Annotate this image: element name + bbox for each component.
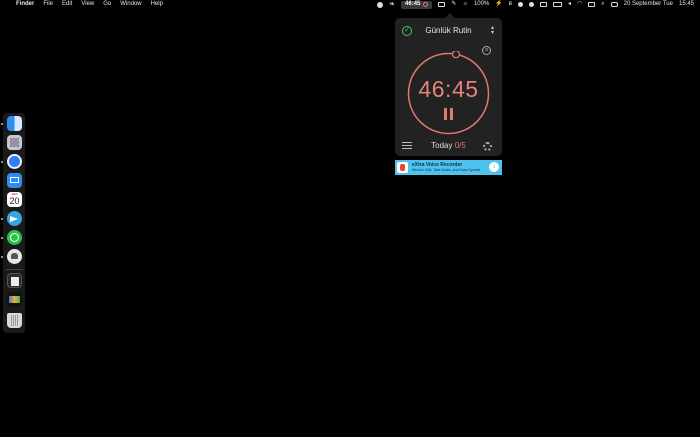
menu-bar-right: ❧ 46:45 ✎ ☼ 100% ⚡ ʙ ◂ ◠ ⌕ 20 September … xyxy=(377,0,694,9)
document-icon[interactable] xyxy=(7,273,22,288)
sun-icon[interactable]: ☼ xyxy=(462,0,468,9)
menu-app-name[interactable]: Finder xyxy=(16,0,34,9)
clock-icon[interactable] xyxy=(517,2,523,7)
running-indicator xyxy=(1,123,3,125)
menu-view[interactable]: View xyxy=(81,0,94,9)
control-center-icon[interactable] xyxy=(610,2,618,7)
mail-icon[interactable] xyxy=(7,173,22,188)
download-icon[interactable]: ↓ xyxy=(489,162,499,172)
timer-menu-value: 46:45 xyxy=(405,1,421,7)
battery-percent[interactable]: 100% xyxy=(474,0,489,9)
whatsapp-icon[interactable] xyxy=(7,230,22,245)
voice-recorder-app-icon xyxy=(397,162,408,173)
calendar-day: 20 xyxy=(9,196,20,206)
menu-edit[interactable]: Edit xyxy=(62,0,72,9)
timer-menu-item[interactable]: 46:45 xyxy=(401,0,433,9)
telegram-icon[interactable] xyxy=(7,211,22,226)
gear-icon[interactable] xyxy=(483,142,492,151)
pause-bar-left xyxy=(444,108,447,120)
volume-icon[interactable]: ◂ xyxy=(568,0,571,9)
routine-select-chevron-icon[interactable]: ▴ ▾ xyxy=(491,25,494,36)
timer-dial-handle[interactable] xyxy=(451,51,461,59)
menu-go[interactable]: Go xyxy=(103,0,111,9)
trash-icon[interactable] xyxy=(7,313,22,328)
spotlight-icon[interactable]: ⌕ xyxy=(601,0,604,9)
user-icon[interactable] xyxy=(588,2,596,7)
timer-display: 46:45 xyxy=(418,76,479,102)
keyboard-input-icon[interactable] xyxy=(552,2,562,7)
banner-subtitle: Record, Edit, Take Notes, and Keep Synce… xyxy=(412,168,481,172)
running-indicator xyxy=(1,161,3,163)
charging-icon[interactable]: ⚡ xyxy=(495,0,502,9)
dock-separator xyxy=(6,269,23,270)
pause-bar-right xyxy=(450,108,453,120)
menu-time[interactable]: 15:45 xyxy=(679,0,694,9)
record-icon[interactable] xyxy=(528,2,534,7)
window-icon[interactable] xyxy=(438,2,446,7)
running-indicator xyxy=(1,256,3,258)
running-indicator xyxy=(1,237,3,239)
today-count: 0/5 xyxy=(454,141,466,150)
ad-banner[interactable]: eXtra Voice Recorder Record, Edit, Take … xyxy=(395,160,502,175)
launchpad-icon[interactable] xyxy=(7,135,22,150)
finder-icon[interactable] xyxy=(7,116,22,131)
display-icon[interactable] xyxy=(539,2,547,7)
banner-text: eXtra Voice Recorder Record, Edit, Take … xyxy=(412,162,480,173)
routine-title[interactable]: Günlük Rutin xyxy=(395,26,502,35)
menu-bar-left: Finder File Edit View Go Window Help xyxy=(7,0,163,9)
pause-button[interactable] xyxy=(444,108,453,120)
bluetooth-icon[interactable]: ʙ xyxy=(509,0,512,9)
menu-window[interactable]: Window xyxy=(120,0,141,9)
timer-ring-icon xyxy=(423,2,429,7)
menu-help[interactable]: Help xyxy=(151,0,163,9)
timer-popover: ✓ Günlük Rutin ▴ ▾ × 46:45 Today 0/5 xyxy=(395,13,502,156)
menu-file[interactable]: File xyxy=(43,0,53,9)
dock: SEP 20 xyxy=(1,113,25,333)
menu-bar: Finder File Edit View Go Window Help ❧ 4… xyxy=(0,0,700,9)
pen-icon[interactable]: ✎ xyxy=(451,0,456,9)
status-gear-icon[interactable] xyxy=(377,1,384,8)
feather-icon[interactable]: ❧ xyxy=(389,0,395,9)
running-indicator xyxy=(1,218,3,220)
calendar-icon[interactable]: SEP 20 xyxy=(7,192,22,207)
wifi-icon[interactable]: ◠ xyxy=(577,0,582,9)
screenshot-icon[interactable] xyxy=(7,292,22,307)
today-label: Today xyxy=(431,141,453,150)
safari-icon[interactable] xyxy=(7,154,22,169)
menu-date[interactable]: 20 September Tue xyxy=(624,0,673,9)
mammoth-icon[interactable] xyxy=(7,249,22,264)
